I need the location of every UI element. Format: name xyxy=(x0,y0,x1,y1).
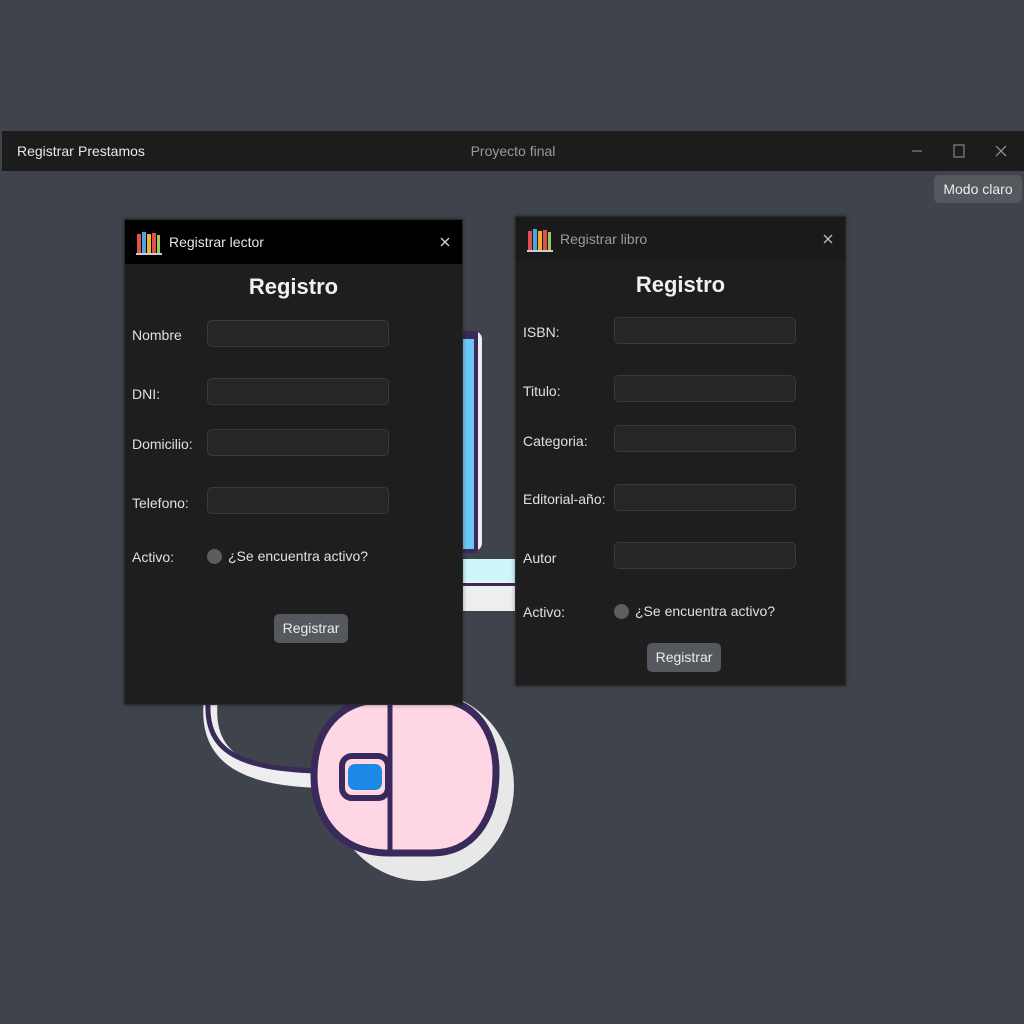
title-bar: Registrar Prestamos Proyecto final xyxy=(2,131,1024,171)
book-register-window: Registrar libro Registro ISBN: Titulo: C… xyxy=(515,216,846,686)
activo-label: Activo: xyxy=(132,549,175,565)
main-window: Registrar Prestamos Proyecto final Modo … xyxy=(2,131,1024,894)
editorial-anio-input[interactable] xyxy=(614,484,796,511)
telefono-input[interactable] xyxy=(207,487,389,514)
registrar-button[interactable]: Registrar xyxy=(274,614,348,643)
autor-label: Autor xyxy=(523,550,557,566)
minimize-icon xyxy=(912,150,922,152)
titulo-input[interactable] xyxy=(614,375,796,402)
registrar-button[interactable]: Registrar xyxy=(647,643,721,672)
app-title: Proyecto final xyxy=(470,143,556,159)
book-window-title: Registrar libro xyxy=(560,231,648,247)
maximize-icon xyxy=(953,144,965,158)
close-icon xyxy=(823,234,833,244)
radio-indicator[interactable] xyxy=(614,603,629,619)
domicilio-input[interactable] xyxy=(207,429,389,456)
active-radio[interactable]: ¿Se encuentra activo? xyxy=(207,548,368,564)
autor-input[interactable] xyxy=(614,542,796,569)
radio-indicator[interactable] xyxy=(207,548,222,564)
activo-label: Activo: xyxy=(523,604,566,620)
active-radio[interactable]: ¿Se encuentra activo? xyxy=(614,603,775,619)
dni-label: DNI: xyxy=(132,386,160,402)
active-radio-label: ¿Se encuentra activo? xyxy=(635,603,776,619)
titulo-label: Titulo: xyxy=(523,383,561,399)
maximize-button[interactable] xyxy=(938,131,980,171)
reader-window-close-button[interactable] xyxy=(434,231,456,253)
close-icon xyxy=(440,237,450,247)
book-window-titlebar: Registrar libro xyxy=(516,217,845,261)
reader-register-window: Registrar lector Registro Nombre DNI: Do… xyxy=(124,219,463,705)
form-heading: Registro xyxy=(248,274,339,299)
categoria-label: Categoria: xyxy=(523,433,588,449)
telefono-label: Telefono: xyxy=(132,495,189,511)
close-icon xyxy=(995,145,1007,157)
book-window-close-button[interactable] xyxy=(817,228,839,250)
books-icon xyxy=(527,229,553,252)
categoria-input[interactable] xyxy=(614,425,796,452)
nombre-label: Nombre xyxy=(132,327,182,343)
active-radio-label: ¿Se encuentra activo? xyxy=(228,548,369,564)
editorial-anio-label: Editorial-año: xyxy=(523,491,606,507)
close-button[interactable] xyxy=(980,131,1022,171)
dni-input[interactable] xyxy=(207,378,389,405)
reader-window-titlebar: Registrar lector xyxy=(125,220,462,264)
isbn-label: ISBN: xyxy=(523,324,560,340)
minimize-button[interactable] xyxy=(896,131,938,171)
nombre-input[interactable] xyxy=(207,320,389,347)
books-icon xyxy=(136,232,162,255)
reader-window-title: Registrar lector xyxy=(169,234,264,250)
domicilio-label: Domicilio: xyxy=(132,436,193,452)
isbn-input[interactable] xyxy=(614,317,796,344)
theme-toggle-button[interactable]: Modo claro xyxy=(934,175,1022,203)
form-heading: Registro xyxy=(635,272,726,297)
